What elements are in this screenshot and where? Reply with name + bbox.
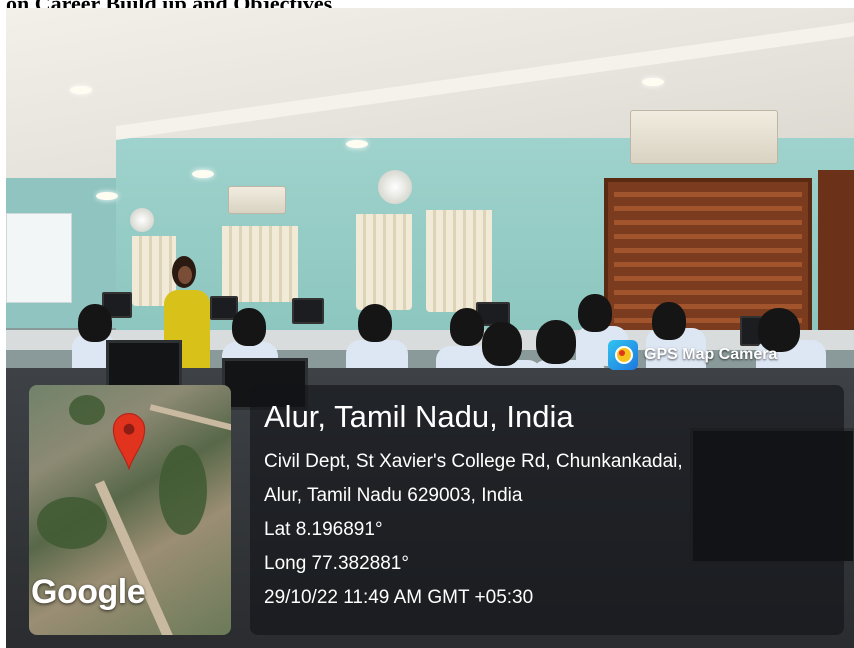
wooden-cabinet <box>818 170 854 340</box>
student-head <box>578 294 612 332</box>
map-thumbnail: Google <box>29 385 231 635</box>
ceiling-light <box>642 78 664 86</box>
air-conditioner <box>630 110 778 164</box>
map-vegetation <box>37 497 107 549</box>
ceiling-light <box>96 192 118 200</box>
wall-fan <box>378 170 412 204</box>
timestamp: 29/10/22 11:49 AM GMT +05:30 <box>264 587 534 608</box>
computer-monitor <box>292 298 324 324</box>
curtain <box>426 210 492 312</box>
gps-map-camera-icon <box>608 340 638 370</box>
map-vegetation <box>159 445 207 535</box>
address-line-2: Alur, Tamil Nadu 629003, India <box>264 485 523 506</box>
location-info-panel: Alur, Tamil Nadu, India Civil Dept, St X… <box>250 385 844 635</box>
projector-screen <box>6 213 72 303</box>
student-head <box>450 308 484 346</box>
student-head <box>536 320 576 364</box>
student-head <box>652 302 686 340</box>
air-conditioner <box>228 186 286 214</box>
badge-label: GPS Map Camera <box>644 346 778 363</box>
address-line-1: Civil Dept, St Xavier's College Rd, Chun… <box>264 451 683 472</box>
student-head <box>232 308 266 346</box>
map-road <box>149 404 231 432</box>
student-head <box>78 304 112 342</box>
ceiling-light <box>70 86 92 94</box>
latitude: Lat 8.196891° <box>264 519 383 540</box>
student-head <box>482 322 522 366</box>
ceiling-light <box>192 170 214 178</box>
teacher-face <box>178 266 192 284</box>
curtain <box>356 214 412 310</box>
computer-monitor <box>106 340 182 390</box>
wall-fan <box>130 208 154 232</box>
google-logo: Google <box>31 573 146 611</box>
location-title: Alur, Tamil Nadu, India <box>264 399 574 434</box>
longitude: Long 77.382881° <box>264 553 409 574</box>
student-head <box>358 304 392 342</box>
gps-map-camera-badge: GPS Map Camera <box>608 338 834 372</box>
curtain <box>222 226 298 302</box>
ceiling-light <box>346 140 368 148</box>
location-pin-icon <box>112 413 146 470</box>
